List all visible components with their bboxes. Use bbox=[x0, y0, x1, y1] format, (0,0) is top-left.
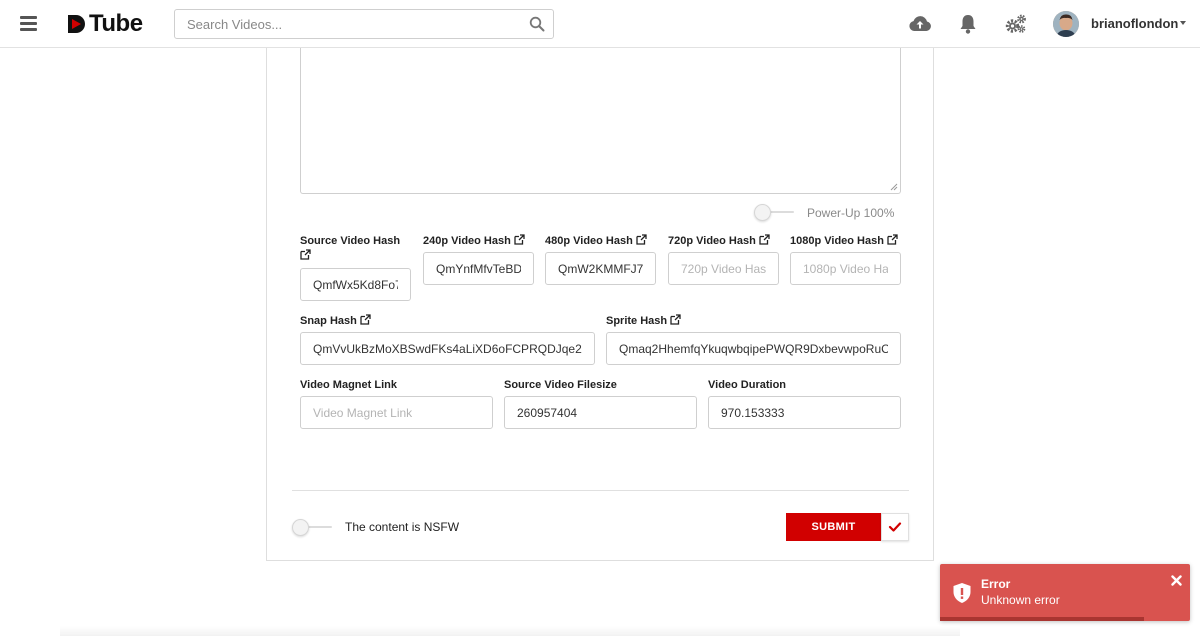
avatar-image-icon bbox=[1053, 11, 1079, 37]
search-box bbox=[174, 9, 554, 39]
240p-video-hash-label: 240p Video Hash bbox=[423, 234, 525, 249]
checkmark-icon bbox=[888, 522, 902, 532]
top-bar: Tube brianoflondon bbox=[0, 0, 1200, 48]
chevron-down-icon[interactable] bbox=[1180, 21, 1186, 25]
description-textarea[interactable] bbox=[300, 48, 901, 194]
external-link-icon[interactable] bbox=[514, 234, 525, 245]
resize-grip-icon[interactable] bbox=[890, 183, 898, 191]
search-icon[interactable] bbox=[529, 16, 545, 32]
search-input[interactable] bbox=[175, 10, 515, 38]
logo-text: Tube bbox=[89, 10, 143, 37]
toast-progress-bar bbox=[940, 617, 1144, 621]
nsfw-label: The content is NSFW bbox=[345, 520, 460, 534]
external-link-icon[interactable] bbox=[670, 314, 681, 325]
submit-button[interactable]: SUBMIT bbox=[786, 513, 881, 541]
upload-form-card: Power-Up 100% Source Video Hash 240p Vid… bbox=[266, 48, 934, 561]
cloud-upload-icon[interactable] bbox=[908, 13, 932, 35]
240p-video-hash-field bbox=[423, 252, 534, 285]
toast-title: Error bbox=[981, 577, 1011, 591]
powerup-toggle[interactable] bbox=[754, 204, 794, 221]
close-icon[interactable] bbox=[1171, 575, 1182, 586]
settings-gears-icon[interactable] bbox=[1004, 13, 1028, 35]
external-link-icon[interactable] bbox=[759, 234, 770, 245]
confirm-check-button[interactable] bbox=[881, 513, 909, 541]
720p-video-hash-field bbox=[668, 252, 779, 285]
video-magnet-link-field bbox=[300, 396, 493, 429]
error-toast: Error Unknown error bbox=[940, 564, 1190, 621]
username[interactable]: brianoflondon bbox=[1091, 16, 1178, 31]
external-link-icon[interactable] bbox=[300, 249, 311, 260]
snap-hash-field bbox=[300, 332, 595, 365]
sprite-hash-input[interactable] bbox=[607, 333, 900, 364]
external-link-icon[interactable] bbox=[360, 314, 371, 325]
source-video-hash-field bbox=[300, 268, 411, 301]
video-magnet-link-input[interactable] bbox=[301, 397, 492, 428]
480p-video-hash-field bbox=[545, 252, 656, 285]
source-video-filesize-label: Source Video Filesize bbox=[504, 379, 617, 391]
720p-video-hash-label: 720p Video Hash bbox=[668, 234, 770, 249]
480p-video-hash-input[interactable] bbox=[546, 253, 655, 284]
240p-video-hash-input[interactable] bbox=[424, 253, 533, 284]
video-duration-field bbox=[708, 396, 901, 429]
hamburger-menu-icon[interactable] bbox=[20, 16, 37, 31]
dtube-logo-icon bbox=[68, 15, 85, 33]
toast-message: Unknown error bbox=[981, 593, 1060, 607]
720p-video-hash-input[interactable] bbox=[669, 253, 778, 284]
video-duration-label: Video Duration bbox=[708, 379, 787, 391]
dtube-logo[interactable]: Tube bbox=[66, 10, 143, 37]
480p-video-hash-label: 480p Video Hash bbox=[545, 234, 647, 249]
external-link-icon[interactable] bbox=[636, 234, 647, 245]
external-link-icon[interactable] bbox=[887, 234, 898, 245]
source-video-hash-input[interactable] bbox=[301, 269, 410, 300]
powerup-label: Power-Up 100% bbox=[807, 206, 895, 220]
1080p-video-hash-field bbox=[790, 252, 901, 285]
1080p-video-hash-input[interactable] bbox=[791, 253, 900, 284]
1080p-video-hash-label: 1080p Video Hash bbox=[790, 234, 898, 249]
shield-alert-icon bbox=[953, 583, 971, 603]
source-video-filesize-input[interactable] bbox=[505, 397, 696, 428]
snap-hash-input[interactable] bbox=[301, 333, 594, 364]
source-video-filesize-field bbox=[504, 396, 697, 429]
source-video-hash-label: Source Video Hash bbox=[300, 234, 410, 264]
divider bbox=[292, 490, 909, 491]
bell-icon[interactable] bbox=[956, 13, 980, 35]
nsfw-toggle[interactable] bbox=[292, 519, 332, 536]
video-magnet-link-label: Video Magnet Link bbox=[300, 379, 397, 391]
video-duration-input[interactable] bbox=[709, 397, 900, 428]
page-shadow bbox=[60, 626, 960, 636]
sprite-hash-field bbox=[606, 332, 901, 365]
snap-hash-label: Snap Hash bbox=[300, 314, 371, 329]
avatar[interactable] bbox=[1053, 11, 1079, 37]
sprite-hash-label: Sprite Hash bbox=[606, 314, 681, 329]
